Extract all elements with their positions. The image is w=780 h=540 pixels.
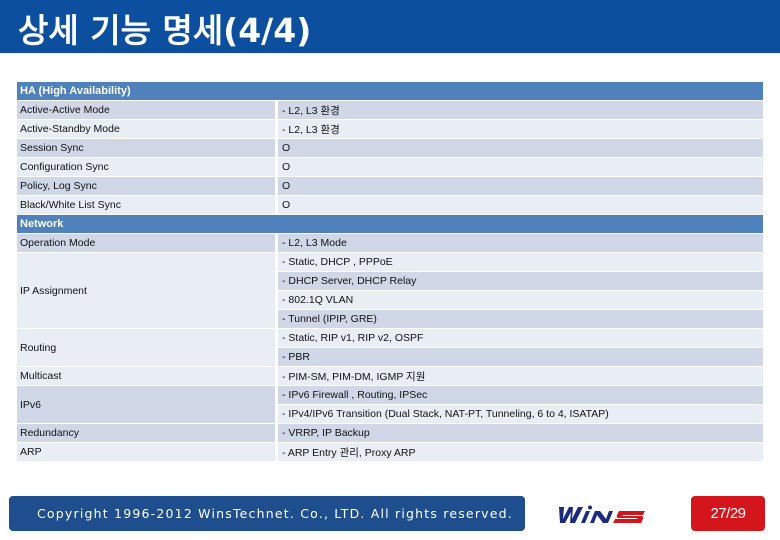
logo-letter-w: [559, 507, 583, 523]
table-row: Multicast - PIM-SM, PIM-DM, IGMP 지원: [17, 367, 763, 385]
feature-value: - IPv6 Firewall , Routing, IPSec: [278, 386, 763, 404]
table-row: Active-Active Mode - L2, L3 환경: [17, 101, 763, 119]
feature-value: O: [278, 158, 763, 176]
section-header: HA (High Availability): [17, 82, 763, 100]
feature-value: - Static, RIP v1, RIP v2, OSPF: [278, 329, 763, 347]
feature-name: Session Sync: [17, 139, 275, 157]
feature-name: IPv6: [17, 386, 275, 423]
feature-value: - L2, L3 Mode: [278, 234, 763, 252]
feature-value: - L2, L3 환경: [278, 101, 763, 119]
feature-value: - PBR: [278, 348, 763, 366]
feature-value: O: [278, 139, 763, 157]
section-header: Network: [17, 215, 763, 233]
table-row: ARP - ARP Entry 관리, Proxy ARP: [17, 443, 763, 461]
table-row: Redundancy - VRRP, IP Backup: [17, 424, 763, 442]
table-row: Session Sync O: [17, 139, 763, 157]
feature-value: - Static, DHCP , PPPoE: [278, 253, 763, 271]
wins-logo: WINS: [559, 505, 645, 523]
feature-name: Redundancy: [17, 424, 275, 442]
feature-name: Configuration Sync: [17, 158, 275, 176]
feature-name: Operation Mode: [17, 234, 275, 252]
title-bar: 상세 기능 명세(4/4): [0, 0, 780, 53]
logo-dot: [588, 505, 592, 510]
logo-letter-i: [581, 511, 590, 523]
table-row: Operation Mode - L2, L3 Mode: [17, 234, 763, 252]
feature-name: Routing: [17, 329, 275, 366]
feature-name: IP Assignment: [17, 253, 275, 328]
page-title: 상세 기능 명세(4/4): [18, 11, 312, 50]
table-row-group: IP Assignment - Static, DHCP , PPPoE - DHC…: [17, 253, 763, 328]
feature-value: O: [278, 196, 763, 214]
table-row: Configuration Sync O: [17, 158, 763, 176]
table-row-group: IPv6- IPv6 Firewall , Routing, IPSec - IP…: [17, 386, 763, 423]
feature-name: Black/White List Sync: [17, 196, 275, 214]
feature-value: - IPv4/IPv6 Transition (Dual Stack, NAT-…: [278, 405, 763, 423]
logo-letter-s: [613, 511, 645, 523]
table-row: Policy, Log Sync O: [17, 177, 763, 195]
feature-name: ARP: [17, 443, 275, 461]
table-row-group: Routing - Static, RIP v1, RIP v2, OSPF - P…: [17, 329, 763, 366]
feature-value: - DHCP Server, DHCP Relay: [278, 272, 763, 290]
feature-name: Policy, Log Sync: [17, 177, 275, 195]
page-number-badge: 27/29: [691, 496, 765, 531]
table-row: Active-Standby Mode - L2, L3 환경: [17, 120, 763, 138]
spec-table: HA (High Availability) Active-Active Mode…: [17, 82, 763, 462]
feature-name: Multicast: [17, 367, 275, 385]
feature-name: Active-Active Mode: [17, 101, 275, 119]
feature-value: - Tunnel (IPIP, GRE): [278, 310, 763, 328]
feature-value: O: [278, 177, 763, 195]
feature-name: Active-Standby Mode: [17, 120, 275, 138]
table-row: Black/White List Sync O: [17, 196, 763, 214]
feature-value: - PIM-SM, PIM-DM, IGMP 지원: [278, 367, 763, 385]
feature-value: - VRRP, IP Backup: [278, 424, 763, 442]
copyright-text: Copyright 1996-2012 WinsTechnet. Co., LT…: [37, 506, 513, 521]
feature-value: - ARP Entry 관리, Proxy ARP: [278, 443, 763, 461]
logo-letter-n: [590, 511, 613, 523]
feature-value: - 802.1Q VLAN: [278, 291, 763, 309]
feature-value: - L2, L3 환경: [278, 120, 763, 138]
footer-bar: Copyright 1996-2012 WinsTechnet. Co., LT…: [9, 496, 525, 531]
